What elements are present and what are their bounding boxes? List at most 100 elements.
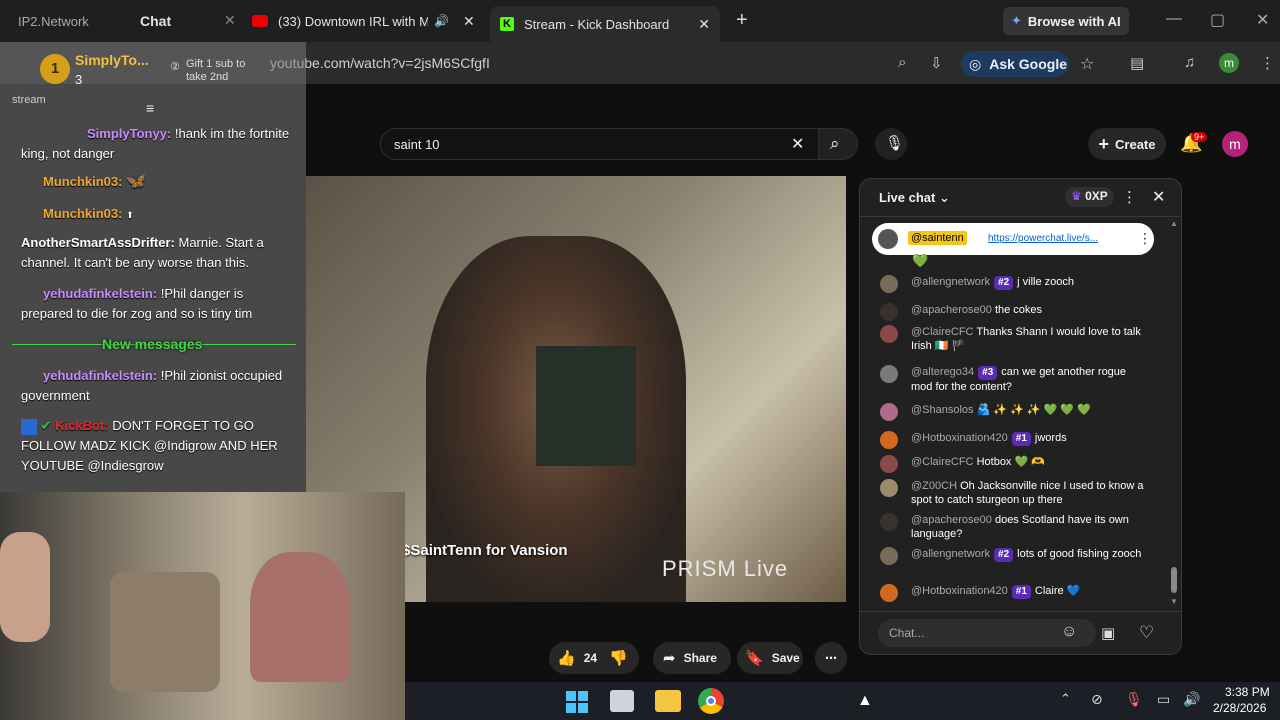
network-off-icon[interactable]: ⊘ <box>1091 691 1103 708</box>
sidepanel-icon[interactable]: ▤ <box>1130 54 1144 72</box>
chat-author[interactable]: @ClaireCFC <box>911 456 974 468</box>
chat-message[interactable]: @Z00CH Oh Jacksonville nice I used to kn… <box>880 479 1150 507</box>
chat-avatar <box>880 403 898 421</box>
thumbs-down-icon[interactable]: 👎 <box>609 649 628 667</box>
chat-author[interactable]: @Hotboxination420 <box>911 585 1008 597</box>
chat-author[interactable]: @Z00CH <box>911 480 957 492</box>
menu-kebab-icon[interactable]: ⋮ <box>1260 54 1275 72</box>
close-icon[interactable]: ✕ <box>224 12 236 29</box>
message-author: SimplyTonyy: <box>87 126 172 141</box>
mouse-cursor-icon: ▲ <box>857 692 873 709</box>
browse-with-ai-button[interactable]: ✦ Browse with AI <box>1003 7 1129 35</box>
pinned-link[interactable]: https://powerchat.live/s... <box>988 233 1098 244</box>
more-actions-button[interactable]: ⋯ <box>815 642 847 674</box>
chat-message[interactable]: @ClaireCFC Thanks Shann I would love to … <box>880 325 1150 353</box>
crown-icon: ♛ <box>1071 189 1082 203</box>
chat-author[interactable]: @alterego34 <box>911 366 974 378</box>
scroll-up-icon[interactable]: ▲ <box>1170 219 1178 228</box>
video-caption: $SaintTenn for Vansion <box>402 542 568 559</box>
chat-author[interactable]: @ClaireCFC <box>911 326 974 338</box>
collapse-icon[interactable]: ≡ <box>146 100 154 116</box>
display-icon[interactable]: ▭ <box>1157 691 1170 708</box>
profile-avatar[interactable]: m <box>1219 53 1239 73</box>
scroll-thumb[interactable] <box>1171 567 1177 593</box>
search-input[interactable]: saint 10 ✕ <box>380 128 826 160</box>
chat-message[interactable]: @Shansolos 🫂 ✨ ✨ ✨ 💚 💚 💚 <box>880 403 1150 421</box>
ask-google-button[interactable]: ◎ Ask Google <box>961 51 1069 77</box>
chat-scrollbar[interactable]: ▲ ▼ <box>1170 219 1178 609</box>
tab-youtube[interactable]: (33) Downtown IRL with My 🔊 ✕ <box>252 6 482 36</box>
chat-avatar <box>880 365 898 383</box>
close-chat-icon[interactable]: ✕ <box>1152 187 1165 207</box>
sparkle-icon: ✦ <box>1011 13 1022 28</box>
like-button[interactable]: 👍 24 👎 <box>549 642 639 674</box>
new-tab-icon[interactable]: + <box>736 9 748 32</box>
bookmark-icon: 🔖 <box>745 650 764 667</box>
chat-message[interactable]: @ClaireCFC Hotbox 💚 🫶 <box>880 455 1150 473</box>
xp-badge[interactable]: ♛ 0XP <box>1065 187 1114 207</box>
chat-message[interactable]: @apacherose00 the cokes <box>880 303 1150 321</box>
super-chat-icon[interactable]: ▣ <box>1101 624 1115 642</box>
live-chat-title[interactable]: Live chat ⌄ <box>879 190 950 206</box>
chrome-icon[interactable] <box>698 688 724 714</box>
chat-message[interactable]: @Hotboxination420 #1 Claire 💙 <box>880 584 1150 602</box>
zoom-icon[interactable]: ⌕ <box>898 54 906 71</box>
chat-message[interactable]: @Hotboxination420 #1 jwords <box>880 431 1150 449</box>
file-explorer-icon[interactable] <box>655 690 681 712</box>
bot-badge-icon <box>21 418 37 435</box>
chat-options-icon[interactable]: ⋮ <box>1122 188 1137 206</box>
share-button[interactable]: ➦ Share <box>653 642 731 674</box>
media-control-icon[interactable]: ♫ <box>1184 54 1195 71</box>
chat-author[interactable]: @Hotboxination420 <box>911 432 1008 444</box>
minimize-icon[interactable]: — <box>1166 10 1182 28</box>
close-window-icon[interactable]: ✕ <box>1256 10 1269 30</box>
chat-author[interactable]: @allengnetwork <box>911 548 990 560</box>
chat-message[interactable]: @allengnetwork #2 lots of good fishing zoo… <box>880 547 1150 565</box>
overlay-message: AnotherSmartAssDrifter: Marnie. Start a … <box>21 233 291 273</box>
overlay-message: Munchkin03: 🦋 <box>21 172 146 192</box>
chat-avatar <box>880 325 898 343</box>
overlay-message: SimplyTonyy: !hank im the fortnite king,… <box>21 124 291 164</box>
clock-date[interactable]: 2/28/2026 <box>1213 701 1266 715</box>
account-avatar[interactable]: m <box>1222 131 1248 157</box>
stream-label: stream <box>12 94 46 106</box>
speaker-icon[interactable]: 🔊 <box>434 14 449 28</box>
chat-message[interactable]: @apacherose00 does Scotland have its own… <box>880 513 1150 541</box>
person-left <box>0 532 50 642</box>
tab-kick-dashboard[interactable]: K Stream - Kick Dashboard ✕ <box>490 6 720 42</box>
heart-icon[interactable]: ♡ <box>1139 623 1154 643</box>
pinned-message[interactable]: @saintenn https://powerchat.live/s... ⋮ <box>872 223 1154 255</box>
task-view-icon[interactable] <box>610 690 634 712</box>
chat-author[interactable]: @allengnetwork <box>911 276 990 288</box>
create-label: Create <box>1115 136 1156 152</box>
chat-text: lots of good fishing zooch <box>1017 548 1142 560</box>
pinned-options-icon[interactable]: ⋮ <box>1138 230 1152 247</box>
scroll-down-icon[interactable]: ▼ <box>1170 597 1178 606</box>
bookmark-star-icon[interactable]: ☆ <box>1080 54 1094 74</box>
volume-icon[interactable]: 🔊 <box>1183 691 1200 708</box>
tab-ip2-network[interactable]: IP2.Network <box>18 6 128 36</box>
tray-chevron-icon[interactable]: ⌃ <box>1060 691 1071 707</box>
chat-text: Hotbox 💚 🫶 <box>976 456 1045 468</box>
message-author: yehudafinkelstein: <box>43 286 158 301</box>
maximize-icon[interactable]: ▢ <box>1210 10 1225 30</box>
install-icon[interactable]: ⇩ <box>930 54 943 72</box>
clock-time[interactable]: 3:38 PM <box>1225 685 1270 699</box>
microphone-icon[interactable]: 🎙 <box>1125 691 1143 708</box>
clear-search-icon[interactable]: ✕ <box>791 134 804 154</box>
chat-input[interactable]: Chat... ☺ <box>878 619 1096 647</box>
close-icon[interactable]: ✕ <box>463 13 475 30</box>
create-button[interactable]: + Create <box>1088 128 1166 160</box>
chat-author[interactable]: @Shansolos <box>911 404 974 416</box>
search-button[interactable]: ⌕ <box>818 128 858 160</box>
windows-start-icon[interactable] <box>565 690 589 714</box>
emoji-icon[interactable]: ☺ <box>1061 623 1077 641</box>
chat-message[interactable]: @alterego34 #3 can we get another rogue mo… <box>880 365 1150 394</box>
save-button[interactable]: 🔖 Save <box>737 642 803 674</box>
chat-author[interactable]: @apacherose00 <box>911 514 992 526</box>
chat-message[interactable]: @allengnetwork #2 j ville zooch <box>880 275 1150 293</box>
close-icon[interactable]: ✕ <box>698 16 710 33</box>
voice-search-button[interactable]: 🎙 <box>875 128 907 160</box>
chat-text: the cokes <box>994 304 1043 316</box>
chat-author[interactable]: @apacherose00 <box>911 304 992 316</box>
